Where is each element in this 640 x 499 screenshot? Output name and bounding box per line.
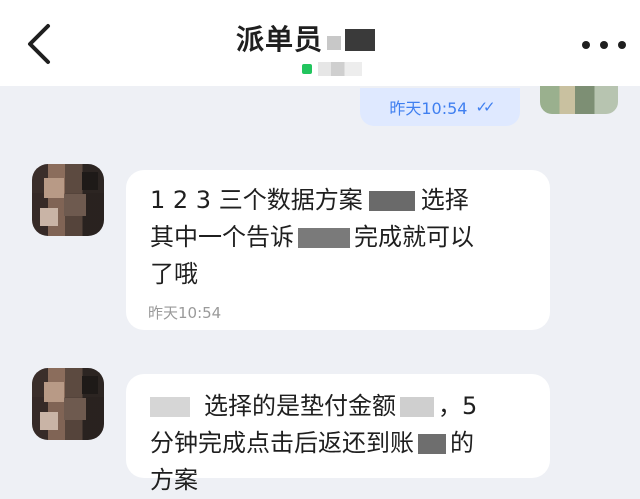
message-line: 选择的是垫付金额 ，5 xyxy=(150,388,477,425)
redacted-text xyxy=(418,434,446,454)
message-line: 1 2 3 三个数据方案 选择 xyxy=(150,186,469,214)
online-status xyxy=(302,62,362,76)
more-dots-icon xyxy=(600,41,608,49)
incoming-message-bubble[interactable]: 1 2 3 三个数据方案 选择 其中一个告诉 完成就可以 了哦 昨天10:54 xyxy=(126,170,550,330)
message-time: 昨天10:54 xyxy=(389,99,468,118)
contact-name: 派单员 xyxy=(236,23,324,56)
redacted-name-part xyxy=(345,29,376,51)
incoming-message-bubble[interactable]: 选择的是垫付金额 ，5 分钟完成点击后返还到账的 方案 xyxy=(126,374,550,494)
redacted-text xyxy=(400,397,434,417)
message-line: 分钟完成点击后返还到账的 xyxy=(150,429,474,457)
online-dot-icon xyxy=(302,64,312,74)
more-options-button[interactable] xyxy=(582,30,626,60)
redacted-name-part xyxy=(327,36,342,50)
redacted-text xyxy=(298,228,350,248)
contact-avatar[interactable] xyxy=(32,164,104,236)
chat-title: 派单员 xyxy=(236,18,376,58)
more-dots-icon xyxy=(618,41,626,49)
redacted-text xyxy=(368,191,415,211)
double-check-icon: ✓✓ xyxy=(475,98,495,116)
redacted-text xyxy=(150,397,190,417)
message-line: 方案 xyxy=(150,466,198,494)
back-button[interactable] xyxy=(22,22,58,66)
chat-header: 派单员 xyxy=(0,0,640,86)
message-line: 了哦 xyxy=(150,260,198,288)
outgoing-message-bubble[interactable]: 昨天10:54 ✓✓ xyxy=(360,88,520,126)
more-dots-icon xyxy=(582,41,590,49)
redacted-status-text xyxy=(318,62,362,76)
message-time: 昨天10:54 xyxy=(148,304,222,322)
contact-avatar[interactable] xyxy=(32,368,104,440)
chevron-left-icon xyxy=(28,24,50,64)
message-line: 其中一个告诉 完成就可以 xyxy=(150,223,474,251)
my-avatar[interactable] xyxy=(540,86,618,114)
